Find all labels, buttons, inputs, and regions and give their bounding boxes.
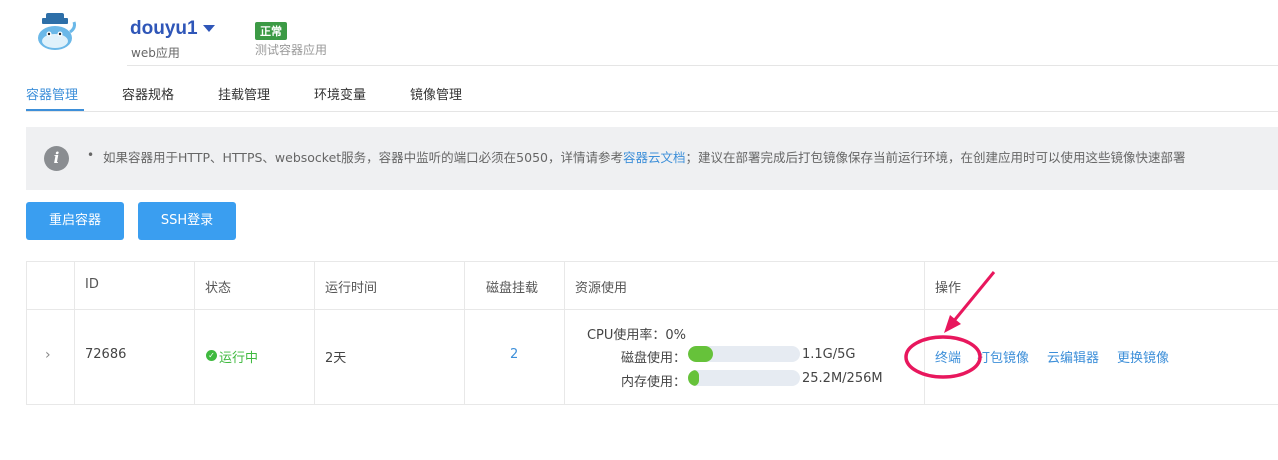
disk-usage-value: 1.1G/5G xyxy=(802,347,856,362)
tab-env-variables[interactable]: 环境变量 xyxy=(314,84,366,103)
app-type-label: web应用 xyxy=(131,46,180,60)
replace-image-link[interactable]: 更换镜像 xyxy=(1117,347,1169,366)
memory-usage-bar xyxy=(688,370,800,386)
tab-container-management[interactable]: 容器管理 xyxy=(26,84,78,103)
info-icon: i xyxy=(44,146,69,171)
header-id: ID xyxy=(85,277,99,292)
tabs-divider xyxy=(26,111,1278,112)
header-disk-mounts: 磁盘挂载 xyxy=(486,281,539,296)
tab-container-spec[interactable]: 容器规格 xyxy=(122,84,174,103)
docker-whale-icon xyxy=(38,13,76,50)
tab-mount-management[interactable]: 挂载管理 xyxy=(218,84,270,103)
notice-bullet: • xyxy=(87,148,95,162)
app-description: 测试容器应用 xyxy=(255,43,328,57)
header-divider xyxy=(127,65,1278,66)
cpu-usage-value: 0% xyxy=(665,328,686,343)
annotation-arrow-circle xyxy=(904,271,996,379)
notice-text-before: 如果容器用于HTTP、HTTPS、websocket服务，容器中监听的端口必须在… xyxy=(103,150,623,165)
restart-container-button[interactable]: 重启容器 xyxy=(26,202,124,240)
row-divider xyxy=(26,309,1278,310)
disk-usage-label: 磁盘使用： xyxy=(620,351,686,366)
tab-image-management[interactable]: 镜像管理 xyxy=(410,84,462,103)
cloud-editor-link[interactable]: 云编辑器 xyxy=(1047,347,1099,366)
container-uptime: 2天 xyxy=(325,351,347,366)
notice-text: 如果容器用于HTTP、HTTPS、websocket服务，容器中监听的端口必须在… xyxy=(103,147,1186,166)
status-badge: 正常 xyxy=(255,22,287,40)
container-id: 72686 xyxy=(85,347,127,362)
cpu-usage-label: CPU使用率： xyxy=(586,328,666,343)
expand-row-chevron-icon[interactable]: › xyxy=(45,347,51,363)
col-divider xyxy=(194,261,195,404)
col-divider xyxy=(564,261,565,404)
ssh-login-button[interactable]: SSH登录 xyxy=(138,202,236,240)
check-circle-icon: ✓ xyxy=(206,350,217,361)
header-resources: 资源使用 xyxy=(575,281,628,296)
col-divider xyxy=(464,261,465,404)
col-divider xyxy=(74,261,75,404)
app-name-dropdown[interactable]: douyu1 xyxy=(130,18,198,40)
container-status: 运行中 xyxy=(219,351,259,366)
memory-usage-fill xyxy=(688,370,699,386)
notice-text-after: ；建议在部署完成后打包镜像保存当前运行环境，在创建应用时可以使用这些镜像快速部署 xyxy=(685,150,1186,165)
header-uptime: 运行时间 xyxy=(325,281,378,296)
header-status: 状态 xyxy=(205,281,232,296)
disk-usage-fill xyxy=(688,346,713,362)
memory-usage-label: 内存使用： xyxy=(620,375,686,390)
disk-usage-bar xyxy=(688,346,800,362)
cpu-usage: CPU使用率：0% xyxy=(576,324,686,343)
memory-usage-value: 25.2M/256M xyxy=(802,371,883,386)
container-cloud-docs-link[interactable]: 容器云文档 xyxy=(623,150,686,165)
disk-mounts-link[interactable]: 2 xyxy=(510,347,518,362)
caret-down-icon[interactable] xyxy=(203,25,215,32)
col-divider xyxy=(314,261,315,404)
